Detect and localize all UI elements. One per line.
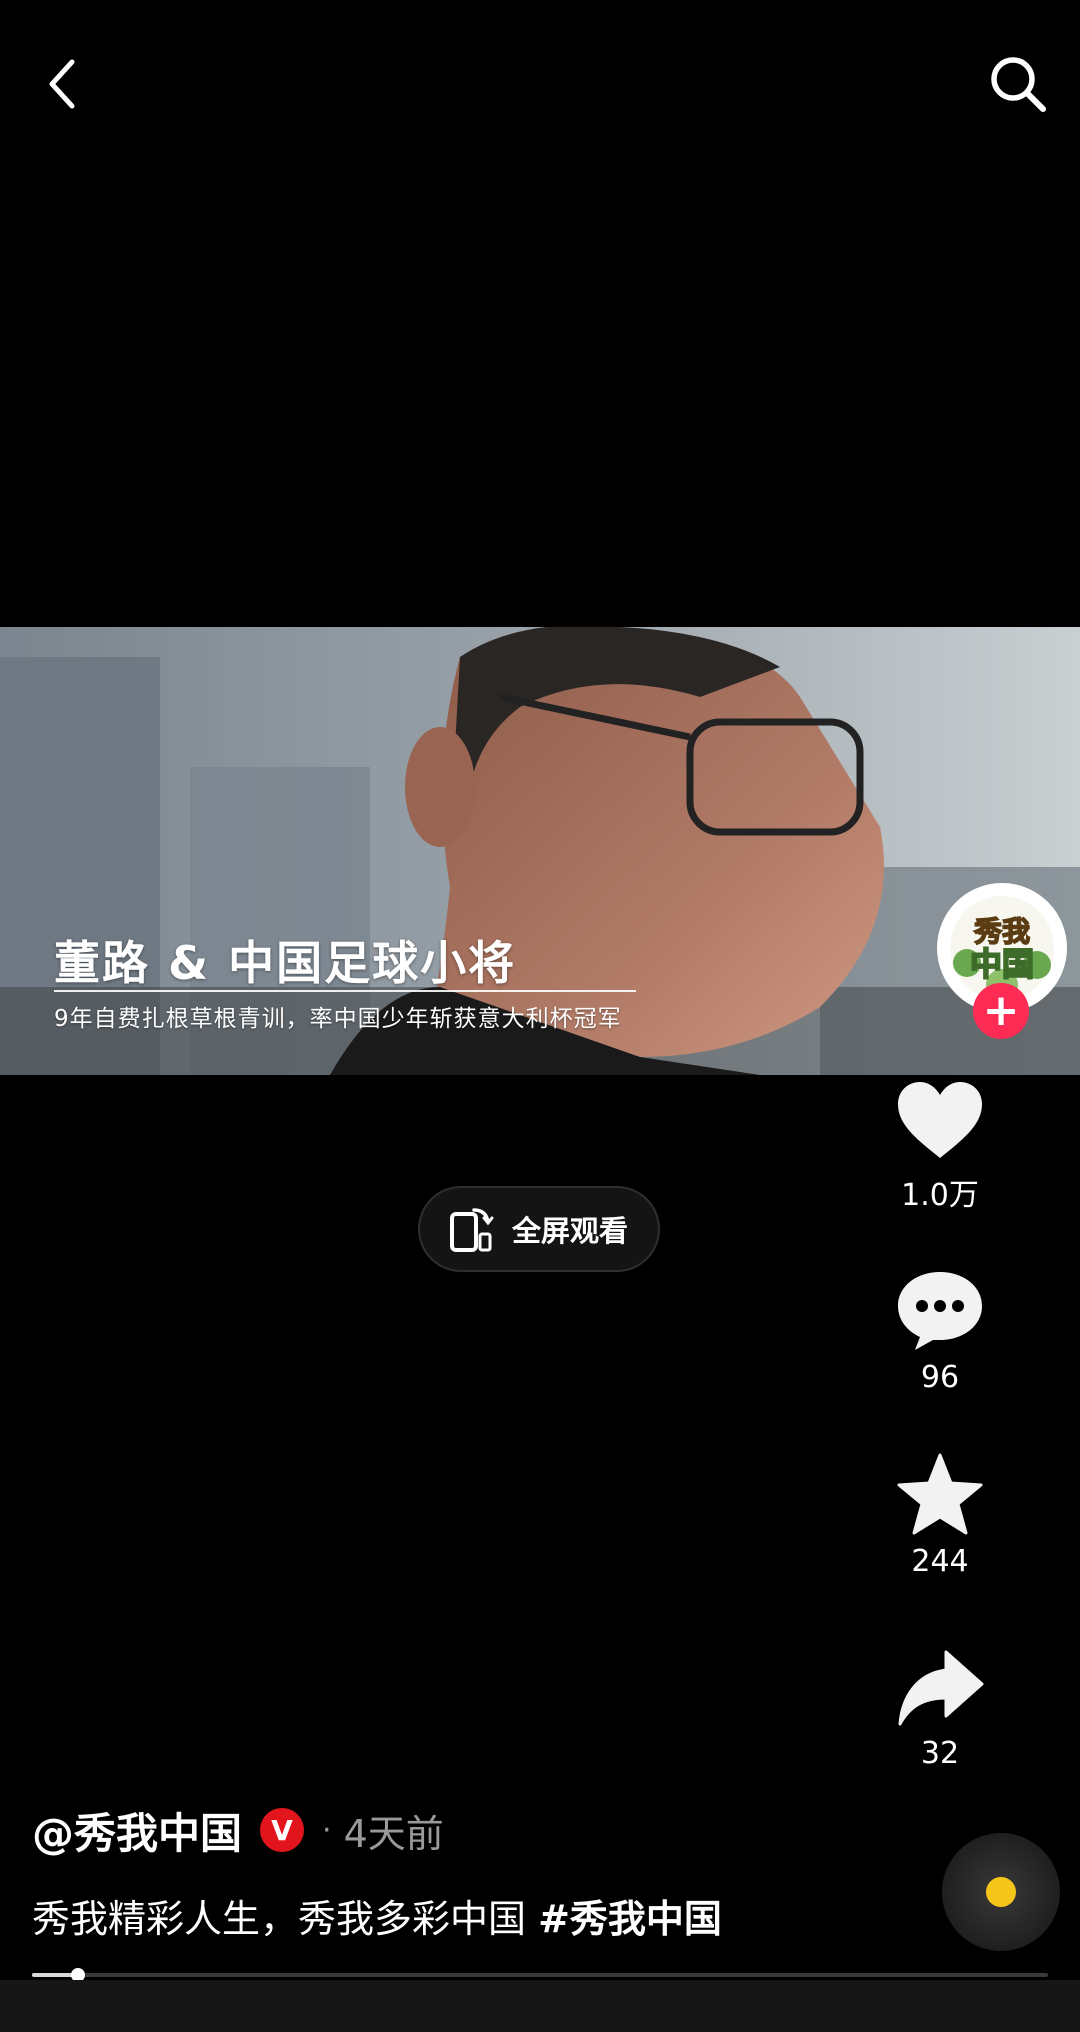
- caption-hashtag[interactable]: #秀我中国: [538, 1897, 722, 1941]
- video-caption: 秀我精彩人生，秀我多彩中国 #秀我中国: [32, 1888, 722, 1943]
- music-disc-icon[interactable]: [942, 1833, 1060, 1951]
- share-arrow-icon: [898, 1650, 984, 1726]
- verified-badge-icon: V: [260, 1808, 305, 1852]
- comment-icon: [898, 1272, 982, 1350]
- comment-button[interactable]: 96: [878, 1268, 1002, 1395]
- search-button[interactable]: [978, 44, 1058, 124]
- avatar-text-2: 中国: [970, 945, 1034, 983]
- video-title: 董路 & 中国足球小将: [54, 936, 517, 990]
- share-count: 32: [920, 1736, 960, 1771]
- author-avatar[interactable]: 秀我 中国 +: [937, 883, 1067, 1039]
- separator-dot: ·: [322, 1812, 332, 1848]
- like-button[interactable]: 1.0万: [878, 1080, 1002, 1214]
- post-time: 4天前: [343, 1811, 444, 1856]
- favorite-button[interactable]: 244: [878, 1452, 1002, 1579]
- back-button[interactable]: [22, 44, 102, 124]
- video-progress-bar[interactable]: [32, 1968, 1048, 1982]
- avatar-text-1: 秀我: [973, 915, 1030, 948]
- comment-count: 96: [920, 1360, 960, 1395]
- caption-text: 秀我精彩人生，秀我多彩中国: [32, 1897, 539, 1941]
- video-title-divider: [54, 990, 636, 992]
- search-icon: [991, 57, 1046, 112]
- favorite-count: 244: [911, 1544, 969, 1579]
- chevron-left-icon: [49, 59, 75, 109]
- star-icon: [897, 1453, 983, 1535]
- author-row: @秀我中国 V · 4天前: [32, 1800, 444, 1860]
- video-player[interactable]: 董路 & 中国足球小将 9年自费扎根草根青训，率中国少年斩获意大利杯冠军: [0, 627, 1080, 1075]
- like-count: 1.0万: [901, 1178, 979, 1213]
- fullscreen-button[interactable]: 全屏观看: [418, 1186, 660, 1272]
- heart-icon: [898, 1082, 982, 1158]
- disc-center: [986, 1877, 1016, 1907]
- bottom-bar: [0, 1980, 1080, 2032]
- share-button[interactable]: 32: [878, 1648, 1002, 1771]
- follow-button[interactable]: +: [973, 983, 1029, 1039]
- rotate-screen-icon: [450, 1208, 494, 1252]
- video-subtitle: 9年自费扎根草根青训，率中国少年斩获意大利杯冠军: [54, 1006, 622, 1032]
- fullscreen-label: 全屏观看: [512, 1214, 629, 1248]
- author-name[interactable]: @秀我中国: [32, 1800, 242, 1861]
